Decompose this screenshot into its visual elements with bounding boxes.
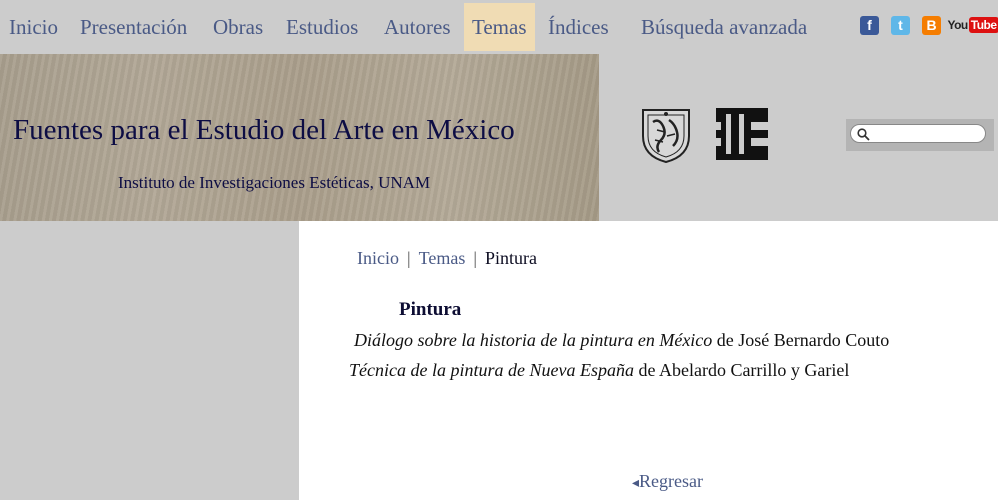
search-input[interactable] bbox=[850, 124, 986, 143]
section-heading: Pintura bbox=[399, 299, 462, 320]
blogger-icon[interactable]: B bbox=[922, 14, 941, 36]
breadcrumb-separator: | bbox=[473, 248, 477, 268]
by-text: de bbox=[638, 360, 656, 380]
main-content: Inicio | Temas | Pintura Pintura Diálogo sob… bbox=[299, 221, 998, 500]
header-banner: Fuentes para el Estudio del Arte en Méxi… bbox=[0, 54, 599, 221]
author-name: Abelardo Carrillo y Gariel bbox=[658, 360, 850, 380]
breadcrumb-current: Pintura bbox=[484, 248, 537, 268]
site-subtitle: Instituto de Investigaciones Estéticas, … bbox=[118, 173, 431, 192]
nav-indices[interactable]: Índices bbox=[548, 3, 609, 51]
back-label: Regresar bbox=[639, 471, 703, 491]
twitter-icon[interactable]: t bbox=[891, 14, 910, 36]
breadcrumb-temas[interactable]: Temas bbox=[419, 248, 466, 268]
work-title-link[interactable]: Diálogo sobre la historia de la pintura … bbox=[354, 330, 712, 350]
nav-estudios[interactable]: Estudios bbox=[286, 3, 358, 51]
youtube-icon[interactable]: You Tube bbox=[947, 14, 998, 36]
search-icon[interactable] bbox=[857, 128, 870, 141]
youtube-you-text: You bbox=[947, 18, 968, 32]
by-text: de bbox=[716, 330, 734, 350]
search-box bbox=[846, 119, 994, 151]
top-nav: Inicio Presentación Obras Estudios Autor… bbox=[0, 0, 998, 54]
breadcrumb-inicio[interactable]: Inicio bbox=[357, 248, 399, 268]
author-name: José Bernardo Couto bbox=[738, 330, 890, 350]
list-item: Técnica de la pintura de Nueva España de… bbox=[349, 360, 849, 381]
twitter-glyph: t bbox=[891, 15, 910, 35]
work-title-link[interactable]: Técnica de la pintura de Nueva España bbox=[349, 360, 634, 380]
facebook-icon[interactable]: f bbox=[860, 14, 879, 36]
nav-obras[interactable]: Obras bbox=[213, 3, 263, 51]
nav-temas[interactable]: Temas bbox=[464, 3, 535, 51]
breadcrumb: Inicio | Temas | Pintura bbox=[357, 248, 537, 269]
site-title[interactable]: Fuentes para el Estudio del Arte en Méxi… bbox=[13, 114, 515, 147]
blogger-glyph: B bbox=[922, 15, 941, 35]
facebook-glyph: f bbox=[860, 15, 879, 35]
breadcrumb-separator: | bbox=[407, 248, 411, 268]
youtube-tube-text: Tube bbox=[968, 17, 998, 33]
unam-seal-icon[interactable] bbox=[639, 106, 693, 164]
back-link[interactable]: ◂Regresar bbox=[632, 471, 703, 492]
iie-logo-icon[interactable] bbox=[716, 108, 768, 160]
nav-inicio[interactable]: Inicio bbox=[9, 3, 58, 51]
list-item: Diálogo sobre la historia de la pintura … bbox=[354, 330, 889, 351]
nav-busqueda-avanzada[interactable]: Búsqueda avanzada bbox=[641, 3, 807, 51]
back-arrow-icon: ◂ bbox=[632, 476, 640, 491]
nav-presentacion[interactable]: Presentación bbox=[80, 3, 187, 51]
nav-autores[interactable]: Autores bbox=[384, 3, 451, 51]
